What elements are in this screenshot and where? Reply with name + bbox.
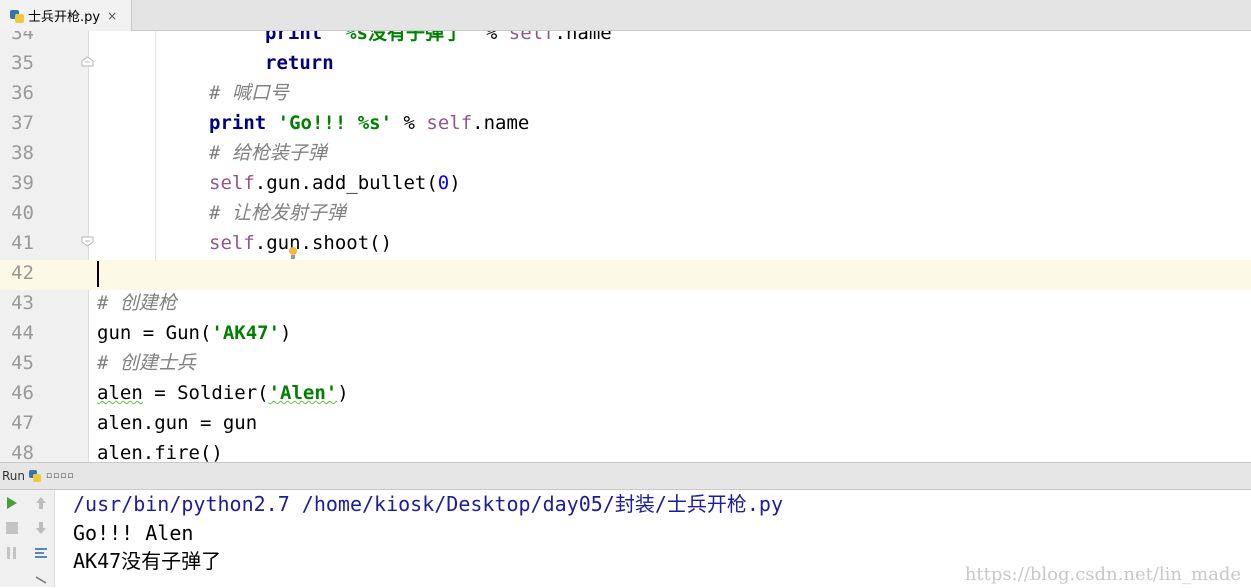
text-caret: [97, 261, 99, 287]
python-run-config-icon: [29, 469, 42, 483]
code-line-38: 38 # 给枪装子弹: [0, 138, 1251, 168]
line-number: 34: [11, 31, 34, 44]
fold-marker-icon[interactable]: [81, 56, 94, 67]
console-more-icon[interactable]: [33, 572, 49, 588]
line-code: print '%s没有子弹了' % self.name: [265, 31, 612, 44]
code-editor[interactable]: 34 print '%s没有子弹了' % self.name 35 return…: [0, 31, 1251, 462]
code-line-45: 45 # 创建士兵: [0, 348, 1251, 378]
pause-icon[interactable]: [4, 545, 20, 561]
console-output-line: Go!!! Alen: [73, 521, 194, 545]
line-code: alen.fire(): [97, 442, 223, 462]
code-line-34: 34 print '%s没有子弹了' % self.name: [0, 31, 1251, 48]
stop-icon[interactable]: [4, 520, 20, 536]
line-code: print 'Go!!! %s' % self.name: [209, 112, 530, 134]
line-number: 38: [11, 142, 34, 164]
line-code: self.gun.shoot(): [209, 232, 393, 254]
line-code: # 喊口号: [209, 82, 289, 104]
line-number: 40: [11, 202, 34, 224]
line-code: return: [265, 52, 334, 74]
soft-wrap-icon[interactable]: [33, 545, 49, 561]
code-line-40: 40 # 让枪发射子弹: [0, 198, 1251, 228]
line-number: 36: [11, 82, 34, 104]
code-line-48: 48 alen.fire(): [0, 438, 1251, 462]
line-code: alen = Soldier('Alen'): [97, 382, 349, 404]
console-output-line: AK47没有子弹了: [73, 549, 222, 573]
line-number: 43: [11, 292, 34, 314]
run-config-name[interactable]: ▫▫▫▫: [46, 471, 74, 481]
code-line-39: 39 self.gun.add_bullet(0): [0, 168, 1251, 198]
file-tab-label: 士兵开枪.py: [28, 10, 101, 25]
rerun-icon[interactable]: [4, 495, 20, 511]
code-line-46: 46 alen = Soldier('Alen'): [0, 378, 1251, 408]
line-number: 41: [11, 232, 34, 254]
code-line-42: 42: [0, 258, 1251, 288]
line-number: 44: [11, 322, 34, 344]
run-tool-window-header: Run ▫▫▫▫: [0, 462, 1251, 490]
run-label[interactable]: Run: [2, 469, 25, 483]
line-number: 46: [11, 382, 34, 404]
line-number: 39: [11, 172, 34, 194]
line-code: # 给枪装子弹: [209, 142, 327, 164]
scroll-down-icon[interactable]: [33, 520, 49, 536]
console-toolbar: [0, 490, 55, 587]
line-code: # 让枪发射子弹: [209, 202, 346, 224]
run-console[interactable]: /usr/bin/python2.7 /home/kiosk/Desktop/d…: [0, 490, 1251, 587]
editor-tab-bar: 士兵开枪.py ×: [0, 0, 1251, 31]
line-code: # 创建士兵: [97, 352, 196, 374]
line-number: 48: [11, 442, 34, 462]
watermark: https://blog.csdn.net/lin_made: [964, 564, 1241, 585]
line-code: self.gun.add_bullet(0): [209, 172, 461, 194]
line-code: alen.gun = gun: [97, 412, 258, 434]
code-line-47: 47 alen.gun = gun: [0, 408, 1251, 438]
lightbulb-icon[interactable]: [288, 245, 298, 259]
close-tab-icon[interactable]: ×: [107, 9, 117, 23]
fold-marker-icon[interactable]: [81, 236, 94, 247]
code-line-35: 35 return: [0, 48, 1251, 78]
line-code: # 创建枪: [97, 292, 177, 314]
line-number: 37: [11, 112, 34, 134]
code-line-41: 41 self.gun.shoot(): [0, 228, 1251, 258]
line-number: 45: [11, 352, 34, 374]
console-command-line: /usr/bin/python2.7 /home/kiosk/Desktop/d…: [73, 492, 784, 516]
scroll-up-icon[interactable]: [33, 495, 49, 511]
line-code: gun = Gun('AK47'): [97, 322, 292, 344]
code-line-43: 43 # 创建枪: [0, 288, 1251, 318]
code-line-36: 36 # 喊口号: [0, 78, 1251, 108]
line-number: 42: [11, 262, 34, 284]
code-line-37: 37 print 'Go!!! %s' % self.name: [0, 108, 1251, 138]
line-number: 47: [11, 412, 34, 434]
python-file-icon: [10, 9, 24, 23]
code-line-44: 44 gun = Gun('AK47'): [0, 318, 1251, 348]
line-number: 35: [11, 52, 34, 74]
file-tab[interactable]: 士兵开枪.py ×: [0, 0, 132, 31]
